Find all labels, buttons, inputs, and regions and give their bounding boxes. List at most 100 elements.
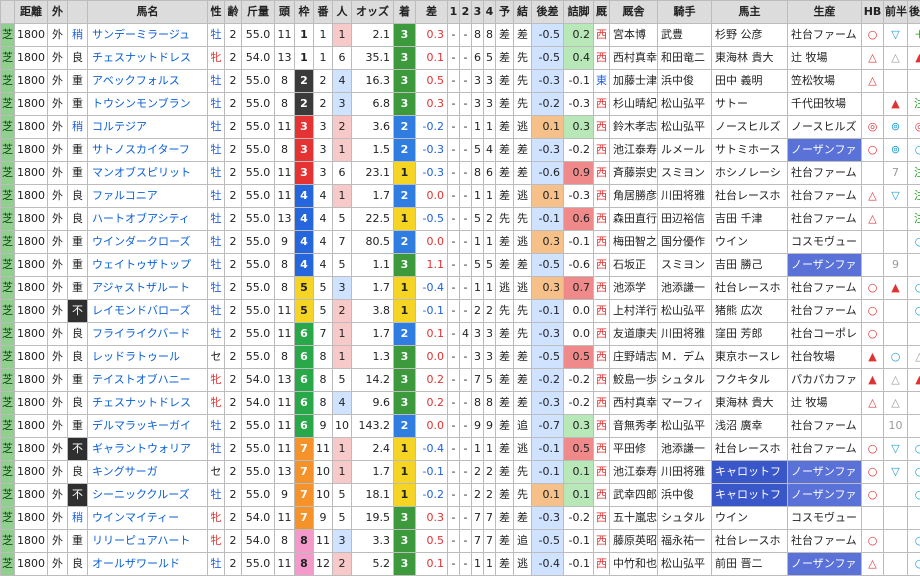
horse-name-link[interactable]: コルテジア — [87, 115, 208, 139]
first-half-mark-cell — [883, 322, 908, 346]
table-row[interactable]: 芝 1800 外重アベックフォルス牡 2 55.0 8 2 2 4 16.3 3 0.5- -3 3 差先 -… — [0, 69, 920, 93]
table-row[interactable]: 芝 1800 外不レイモンドバローズ牡 2 55.0 11 5 5 2 3.8 1 -0.1- -2 2 先… — [0, 299, 920, 323]
column-header[interactable]: 馬名 — [87, 0, 208, 24]
column-header[interactable]: 後半 — [907, 0, 920, 24]
column-header[interactable]: 予 — [495, 0, 514, 24]
horse-name-link[interactable]: トウシンモンブラン — [87, 92, 208, 116]
horse-name-link[interactable]: デルマラッキーガイ — [87, 414, 208, 438]
table-row[interactable]: 芝 1800 外良キングサーガセ 2 55.0 13 7 10 1 1.7 1 -0.1- -2 2 差先 -… — [0, 460, 920, 484]
column-header[interactable]: 差 — [415, 0, 448, 24]
column-header[interactable]: 後差 — [531, 0, 564, 24]
sex-cell: 牝 — [207, 46, 225, 70]
column-header[interactable]: 齢 — [224, 0, 242, 24]
horse-name-link[interactable]: シーニッククルーズ — [87, 483, 208, 507]
table-row[interactable]: 芝 1800 外重デルマラッキーガイ牡 2 55.0 11 6 9 10 143.2 2 0.0- -9… — [0, 414, 920, 438]
predicted-style-cell: 先 — [495, 207, 514, 231]
table-row[interactable]: 芝 1800 外稍コルテジア牡 2 55.0 11 3 3 2 3.6 2 -0.2- -1 1 差逃 0.1… — [0, 115, 920, 139]
horse-name-link[interactable]: ファルコニア — [87, 184, 208, 208]
column-header[interactable]: 2 — [459, 0, 472, 24]
table-row[interactable]: 芝 1800 外良チェスナットドレス牝 2 54.0 13 1 1 6 35.1 3 0.1- -6 5 差… — [0, 46, 920, 70]
horse-name-link[interactable]: チェスナットドレス — [87, 391, 208, 415]
column-header[interactable]: 着 — [393, 0, 416, 24]
table-row[interactable]: 芝 1800 外重テイストオブハニー牝 2 54.0 13 6 8 5 14.2 3 0.2- -7 5 差… — [0, 368, 920, 392]
owner-cell: 猪熊 広次 — [711, 299, 788, 323]
column-header[interactable]: HB — [861, 0, 884, 24]
column-header[interactable]: オッズ — [351, 0, 394, 24]
horse-name-link[interactable]: リリーピュアハート — [87, 529, 208, 553]
breeder-cell: ノーザンファ — [787, 483, 862, 507]
column-header[interactable]: 生産 — [787, 0, 862, 24]
horse-name-link[interactable]: サトノスカイターフ — [87, 138, 208, 162]
column-header[interactable]: 前半 — [883, 0, 908, 24]
course-cell: 外 — [47, 276, 68, 300]
table-row[interactable]: 芝 1800 外稍サンデーミラージュ牡 2 55.0 11 1 1 1 2.1 3 0.3- -8 8 差差… — [0, 23, 920, 47]
table-row[interactable]: 芝 1800 外良オールザワールド牡 2 55.0 11 8 12 2 5.2 3 0.1- -1 1 差逃… — [0, 552, 920, 576]
corner4-cell: 3 — [483, 322, 496, 346]
table-row[interactable]: 芝 1800 外重マンオブスピリット牡 2 55.0 11 3 3 6 23.1 1 -0.3- -8 6… — [0, 161, 920, 185]
table-row[interactable]: 芝 1800 外不ギャラントウォリア牡 2 55.0 11 7 11 1 2.4 1 -0.4- -1 1… — [0, 437, 920, 461]
horse-name-link[interactable]: ウインダークローズ — [87, 230, 208, 254]
table-row[interactable]: 芝 1800 外良ファルコニア牡 2 55.0 11 4 4 1 1.7 2 0.0- -1 1 差逃 0.1… — [0, 184, 920, 208]
horse-name-link[interactable]: ウェイトゥザトップ — [87, 253, 208, 277]
horse-name-link[interactable]: チェスナットドレス — [87, 46, 208, 70]
column-header[interactable]: 斤量 — [241, 0, 275, 24]
horse-name-link[interactable]: キングサーガ — [87, 460, 208, 484]
table-row[interactable]: 芝 1800 外重リリーピュアハート牝 2 54.0 8 8 11 3 3.3 3 0.5- -7 7 差追… — [0, 529, 920, 553]
column-header[interactable]: 番 — [313, 0, 333, 24]
table-row[interactable]: 芝 1800 外良チェスナットドレス牝 2 54.0 11 6 8 4 9.6 3 0.2- -8 8 差差… — [0, 391, 920, 415]
popularity-cell: 1 — [332, 345, 352, 369]
column-header[interactable]: 詰脚 — [563, 0, 594, 24]
column-header[interactable]: 1 — [447, 0, 460, 24]
horse-name-link[interactable]: テイストオブハニー — [87, 368, 208, 392]
table-row[interactable]: 芝 1800 外良ハートオブアシティ牡 2 55.0 13 4 4 5 22.5 1 -0.5- -5 2… — [0, 207, 920, 231]
column-header[interactable]: 4 — [483, 0, 496, 24]
field-size-cell: 8 — [274, 345, 295, 369]
horse-name-link[interactable]: フライライクバード — [87, 322, 208, 346]
field-size-cell: 8 — [274, 92, 295, 116]
popularity-cell: 2 — [332, 552, 352, 576]
surface-cell: 芝 — [0, 92, 15, 116]
horse-name-link[interactable]: レイモンドバローズ — [87, 299, 208, 323]
surface-cell: 芝 — [0, 460, 15, 484]
horse-name-link[interactable]: ウインマイティー — [87, 506, 208, 530]
horse-name-link[interactable]: アベックフォルス — [87, 69, 208, 93]
horse-name-link[interactable]: ハートオブアシティ — [87, 207, 208, 231]
column-header[interactable]: 3 — [471, 0, 484, 24]
horse-name-link[interactable]: マンオブスピリット — [87, 161, 208, 185]
actual-style-cell: 先 — [513, 460, 532, 484]
predicted-style-cell: 差 — [495, 368, 514, 392]
finish-cell: 3 — [393, 552, 416, 576]
table-row[interactable]: 芝 1800 外重アジャストザルート牡 2 55.0 8 5 5 3 1.7 1 -0.4- -1 1 逃逃… — [0, 276, 920, 300]
last-diff-cell: 0.1 — [531, 184, 564, 208]
column-header[interactable]: 厩舎 — [609, 0, 658, 24]
table-row[interactable]: 芝 1800 外重サトノスカイターフ牡 2 55.0 8 3 3 1 1.5 2 -0.3- -5 4 差差… — [0, 138, 920, 162]
column-header[interactable]: 性 — [207, 0, 225, 24]
jockey-cell: 松山弘平 — [657, 299, 712, 323]
column-header[interactable]: 人 — [332, 0, 352, 24]
table-row[interactable]: 芝 1800 外重ウェイトゥザトップ牡 2 55.0 8 4 4 5 1.1 3 1.1- -5 5 差差 -… — [0, 253, 920, 277]
column-header[interactable]: 騎手 — [657, 0, 712, 24]
table-row[interactable]: 芝 1800 外重トウシンモンブラン牡 2 55.0 8 2 2 3 6.8 3 0.3- -3 3 差先 -… — [0, 92, 920, 116]
column-header[interactable]: 結 — [513, 0, 532, 24]
column-header[interactable] — [67, 0, 88, 24]
first-half-mark-cell: △ — [883, 368, 908, 392]
column-header[interactable]: 厩 — [593, 0, 610, 24]
column-header[interactable]: 枠 — [294, 0, 314, 24]
distance-cell: 1800 — [14, 207, 48, 231]
table-row[interactable]: 芝 1800 外不シーニッククルーズ牡 2 55.0 9 7 10 5 18.1 1 -0.2- -2 2… — [0, 483, 920, 507]
column-header[interactable]: 外 — [47, 0, 68, 24]
table-row[interactable]: 芝 1800 外重ウインダークローズ牡 2 55.0 9 4 4 7 80.5 2 0.0- -1 1 差逃… — [0, 230, 920, 254]
column-header[interactable] — [0, 0, 15, 24]
horse-name-link[interactable]: オールザワールド — [87, 552, 208, 576]
table-row[interactable]: 芝 1800 外良レッドラトゥールセ 2 55.0 8 6 8 1 1.3 3 0.0- -3 3 差差 -0… — [0, 345, 920, 369]
column-header[interactable]: 距離 — [14, 0, 48, 24]
table-row[interactable]: 芝 1800 外稍ウインマイティー牝 2 54.0 11 7 9 5 19.5 3 0.3- -7 7 差差… — [0, 506, 920, 530]
stable-region-cell: 西 — [593, 138, 610, 162]
table-row[interactable]: 芝 1800 外良フライライクバード牡 2 55.0 11 6 7 1 1.7 2 0.1-4 3 3 差先… — [0, 322, 920, 346]
horse-name-link[interactable]: レッドラトゥール — [87, 345, 208, 369]
horse-name-link[interactable]: サンデーミラージュ — [87, 23, 208, 47]
column-header[interactable]: 頭 — [274, 0, 295, 24]
horse-name-link[interactable]: ギャラントウォリア — [87, 437, 208, 461]
column-header[interactable]: 馬主 — [711, 0, 788, 24]
horse-name-link[interactable]: アジャストザルート — [87, 276, 208, 300]
